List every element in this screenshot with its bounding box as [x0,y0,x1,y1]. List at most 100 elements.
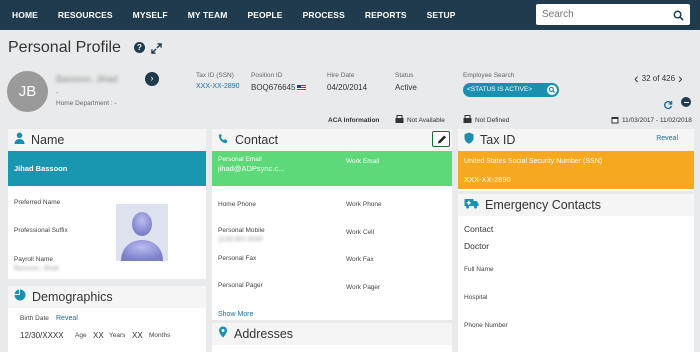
hire-date-value: 04/20/2014 [327,83,368,92]
phone-number-label: Phone Number [464,322,508,329]
nav-reports[interactable]: REPORTS [353,10,415,20]
chevron-left-icon[interactable]: ‹ [634,71,639,85]
demographics-panel-header: Demographics [8,286,206,308]
avatar: JB [7,71,48,112]
position-id-label: Position ID [251,72,283,79]
employee-pager: ‹ 32 of 426 › [631,71,686,85]
personal-mobile-value: (218) 601-9059 [218,236,263,243]
years-label: Years [109,332,126,339]
full-name-label: Full Name [464,266,494,273]
hire-date-label: Hire Date [327,72,355,79]
pie-chart-icon [14,288,26,306]
refresh-icon[interactable] [663,97,673,115]
months-label: Months [149,332,171,339]
ssn-label: United States Social Security Number (SS… [464,158,603,165]
nav-process[interactable]: PROCESS [291,10,353,20]
phone-icon [218,131,229,149]
us-flag-icon [297,84,307,91]
contact-relationship: Doctor [464,241,490,251]
search-icon[interactable] [673,8,684,26]
page-title: Personal Profile [8,39,121,56]
tax-id-value[interactable]: XXX-XX-2890 [196,83,240,90]
definition-status: Not Defined [475,117,510,124]
tax-id-panel-header: Tax ID Reveal [458,129,694,151]
show-more-link[interactable]: Show More [218,311,253,318]
chevron-right-icon[interactable]: › [145,72,159,86]
hire-date-summary: Hire Date 04/20/2014 [327,72,367,92]
search-input[interactable] [536,5,664,24]
personal-email-label: Personal Email [218,156,262,163]
ambulance-icon [464,196,479,214]
panel-title: Name [31,133,65,147]
shield-icon [464,131,474,149]
age-months-value: XX [132,331,143,340]
collapse-icon[interactable] [681,97,691,107]
tax-id-label: Tax ID (SSN) [196,72,234,79]
emergency-contacts-panel: Emergency Contacts Contact Doctor Full N… [458,194,694,352]
employee-photo [116,204,168,261]
personal-pager-label: Personal Pager [218,282,263,289]
panel-title: Addresses [234,327,294,341]
work-phone-label: Work Phone [346,201,382,208]
nav-resources[interactable]: RESOURCES [46,10,121,20]
demographics-panel: Demographics Birth Date Reveal 12/30/XXX… [8,286,206,352]
document-icon [395,115,404,126]
nav-home[interactable]: HOME [0,10,46,20]
search-icon[interactable] [547,85,557,95]
nav-myself[interactable]: MYSELF [121,10,176,20]
status-filter-text: <STATUS IS ACTIVE> [467,86,533,93]
expand-icon[interactable] [151,41,162,59]
contact-heading: Contact [464,224,494,234]
home-department: Home Department : - [56,100,117,107]
edit-contact-button[interactable] [432,131,450,147]
status-summary: Status Active [395,72,417,92]
work-email-label: Work Email [346,158,380,165]
document-icon [463,115,472,126]
chevron-right-icon[interactable]: › [678,71,683,85]
date-range: 11/03/2017 - 11/02/2018 [622,117,692,124]
location-pin-icon [218,325,228,343]
professional-suffix-label: Professional Suffix [14,227,68,234]
panel-title: Emergency Contacts [485,198,602,212]
info-bar: ACA Information Not Available Not Define… [0,115,700,127]
tax-id-panel: Tax ID Reveal United States Social Secur… [458,129,694,191]
payroll-name-label: Payroll Name [14,256,54,263]
nav-setup[interactable]: SETUP [415,10,464,20]
work-pager-label: Work Pager [346,284,381,291]
full-name: Jihad Bassoon [8,151,206,186]
calendar-icon [611,116,619,126]
birth-date-reveal[interactable]: Reveal [56,315,78,322]
tax-id-reveal[interactable]: Reveal [656,135,678,142]
status-value: Active [395,83,417,92]
status-filter-pill[interactable]: <STATUS IS ACTIVE> [463,83,559,97]
person-icon [14,131,25,149]
pencil-icon [437,135,446,143]
age-years-value: XX [93,331,104,340]
employee-search-label: Employee Search [463,72,515,79]
nav-my-team[interactable]: MY TEAM [176,10,236,20]
nav-people[interactable]: PEOPLE [235,10,290,20]
ssn-value: XXX-XX-2890 [464,175,511,184]
personal-email-value[interactable]: jihad@ADPsync.c... [218,164,284,173]
personal-mobile-label: Personal Mobile [218,227,265,234]
work-fax-label: Work Fax [346,256,374,263]
aca-label: ACA Information [328,117,380,124]
personal-fax-label: Personal Fax [218,255,257,262]
name-panel: Name Jihad Bassoon Preferred Name Profes… [8,129,206,279]
panel-title: Demographics [32,290,113,304]
pager-text: 32 of 426 [641,73,676,83]
top-nav: HOME RESOURCES MYSELF MY TEAM PEOPLE PRO… [0,0,700,30]
preferred-name-label: Preferred Name [14,199,61,206]
help-icon[interactable]: ? [134,42,145,53]
birth-date-label: Birth Date [20,315,49,322]
birth-date-value: 12/30/XXXX [20,331,64,340]
position-id-value: BOQ676645 [251,83,296,92]
ssn-row: United States Social Security Number (SS… [458,151,694,189]
global-search [536,4,690,25]
panel-title: Tax ID [480,133,516,147]
status-label: Status [395,72,414,79]
payroll-name-value: Bassoon, Jihad [14,265,59,272]
home-phone-label: Home Phone [218,201,256,208]
employee-subtitle: - [56,90,59,97]
name-panel-header: Name [8,129,206,151]
